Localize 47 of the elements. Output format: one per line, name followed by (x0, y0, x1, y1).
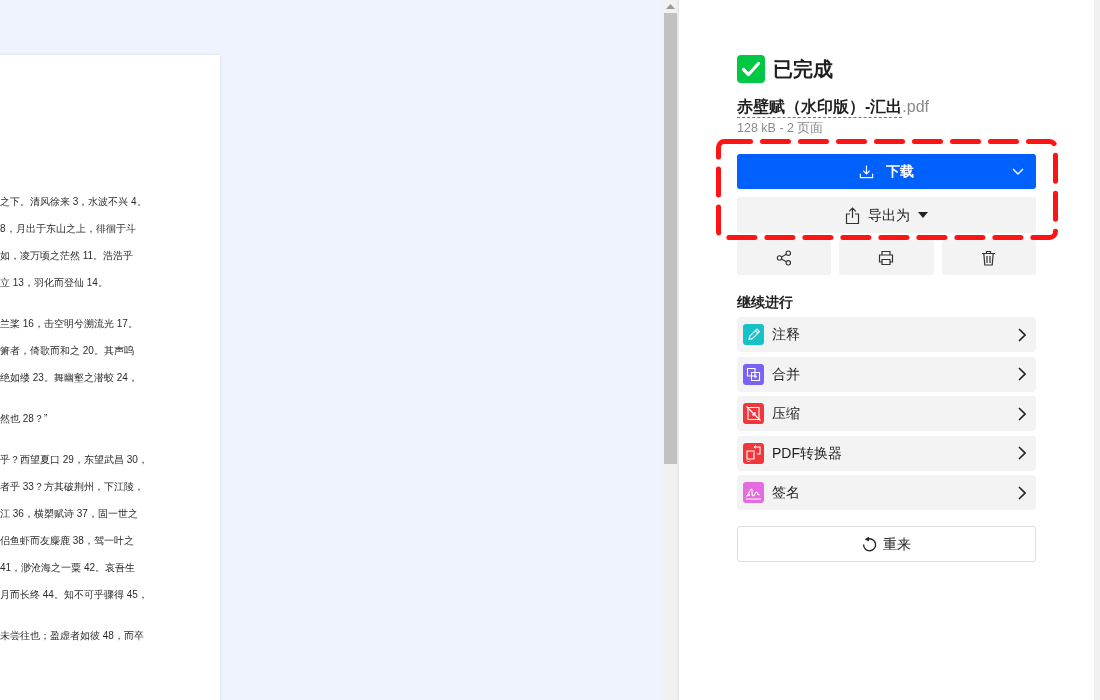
file-name: 赤壁赋（水印版）-汇出 (737, 96, 903, 118)
restart-button[interactable]: 重来 (737, 526, 1036, 562)
check-icon (737, 55, 765, 83)
chevron-right-icon (1018, 327, 1026, 342)
document-text-line: 者乎 33？方其破荆州，下江陵， (0, 480, 144, 494)
document-text-line: 如，凌万顷之茫然 11。浩浩乎 (0, 249, 134, 263)
document-text-line: 然也 28？” (0, 412, 48, 426)
section-heading: 继续进行 (737, 293, 794, 312)
print-button[interactable] (839, 240, 934, 275)
status-title: 已完成 (773, 57, 833, 82)
share-button[interactable] (737, 240, 832, 275)
upload-icon (845, 206, 860, 224)
chevron-down-icon (1012, 168, 1024, 175)
document-text-line: 兰桨 16，击空明兮溯流光 17。 (0, 317, 138, 331)
tool-list-item[interactable]: 签名 (737, 475, 1036, 510)
trash-icon (981, 249, 997, 266)
document-text-line: 未尝往也；盈虚者如彼 48，而卒 (0, 629, 144, 643)
download-icon (859, 164, 874, 179)
delete-button[interactable] (941, 240, 1036, 275)
document-text-line: 41，渺沧海之一粟 42。哀吾生 (0, 561, 136, 575)
tool-list-item[interactable]: 注释 (737, 317, 1036, 352)
document-text-line: 侣鱼虾而友麋鹿 38，驾一叶之 (0, 534, 134, 548)
export-button[interactable]: 导出为 (737, 197, 1036, 233)
chevron-right-icon (1018, 485, 1026, 500)
tool-list-item[interactable]: 压缩 (737, 396, 1036, 431)
document-text-line: 之下。清风徐来 3，水波不兴 4。 (0, 195, 147, 209)
chevron-right-icon (1018, 446, 1026, 460)
document-text-line: 箫者，倚歌而和之 20。其声呜 (0, 344, 134, 358)
download-button[interactable]: 下载 (737, 154, 1036, 189)
document-text-line: 绝如缕 23。舞幽壑之潜蛟 24， (0, 371, 138, 385)
document-text-line: 月而长终 44。知不可乎骤得 45， (0, 588, 148, 602)
tool-list-item[interactable]: PDF转换器 (737, 435, 1036, 471)
file-extension: .pdf (902, 97, 929, 117)
document-text-line: 乎？西望夏口 29，东望武昌 30， (0, 453, 148, 467)
caret-down-icon (918, 212, 928, 218)
share-icon (776, 249, 793, 266)
file-meta: 128 kB - 2 页面 (737, 120, 825, 136)
scrollbar-thumb[interactable] (664, 13, 677, 464)
chevron-right-icon (1018, 367, 1026, 381)
scroll-up-arrow-icon[interactable] (666, 4, 675, 9)
document-text-line: 立 13，羽化而登仙 14。 (0, 276, 108, 290)
restart-icon (862, 536, 877, 552)
printer-icon (878, 249, 895, 266)
document-text-line: 8，月出于东山之上，徘徊于斗 (0, 222, 136, 236)
chevron-right-icon (1018, 406, 1026, 421)
document-text-line: 江 36，横槊赋诗 37，固一世之 (0, 507, 138, 521)
tool-list-item[interactable]: 合并 (737, 356, 1036, 392)
